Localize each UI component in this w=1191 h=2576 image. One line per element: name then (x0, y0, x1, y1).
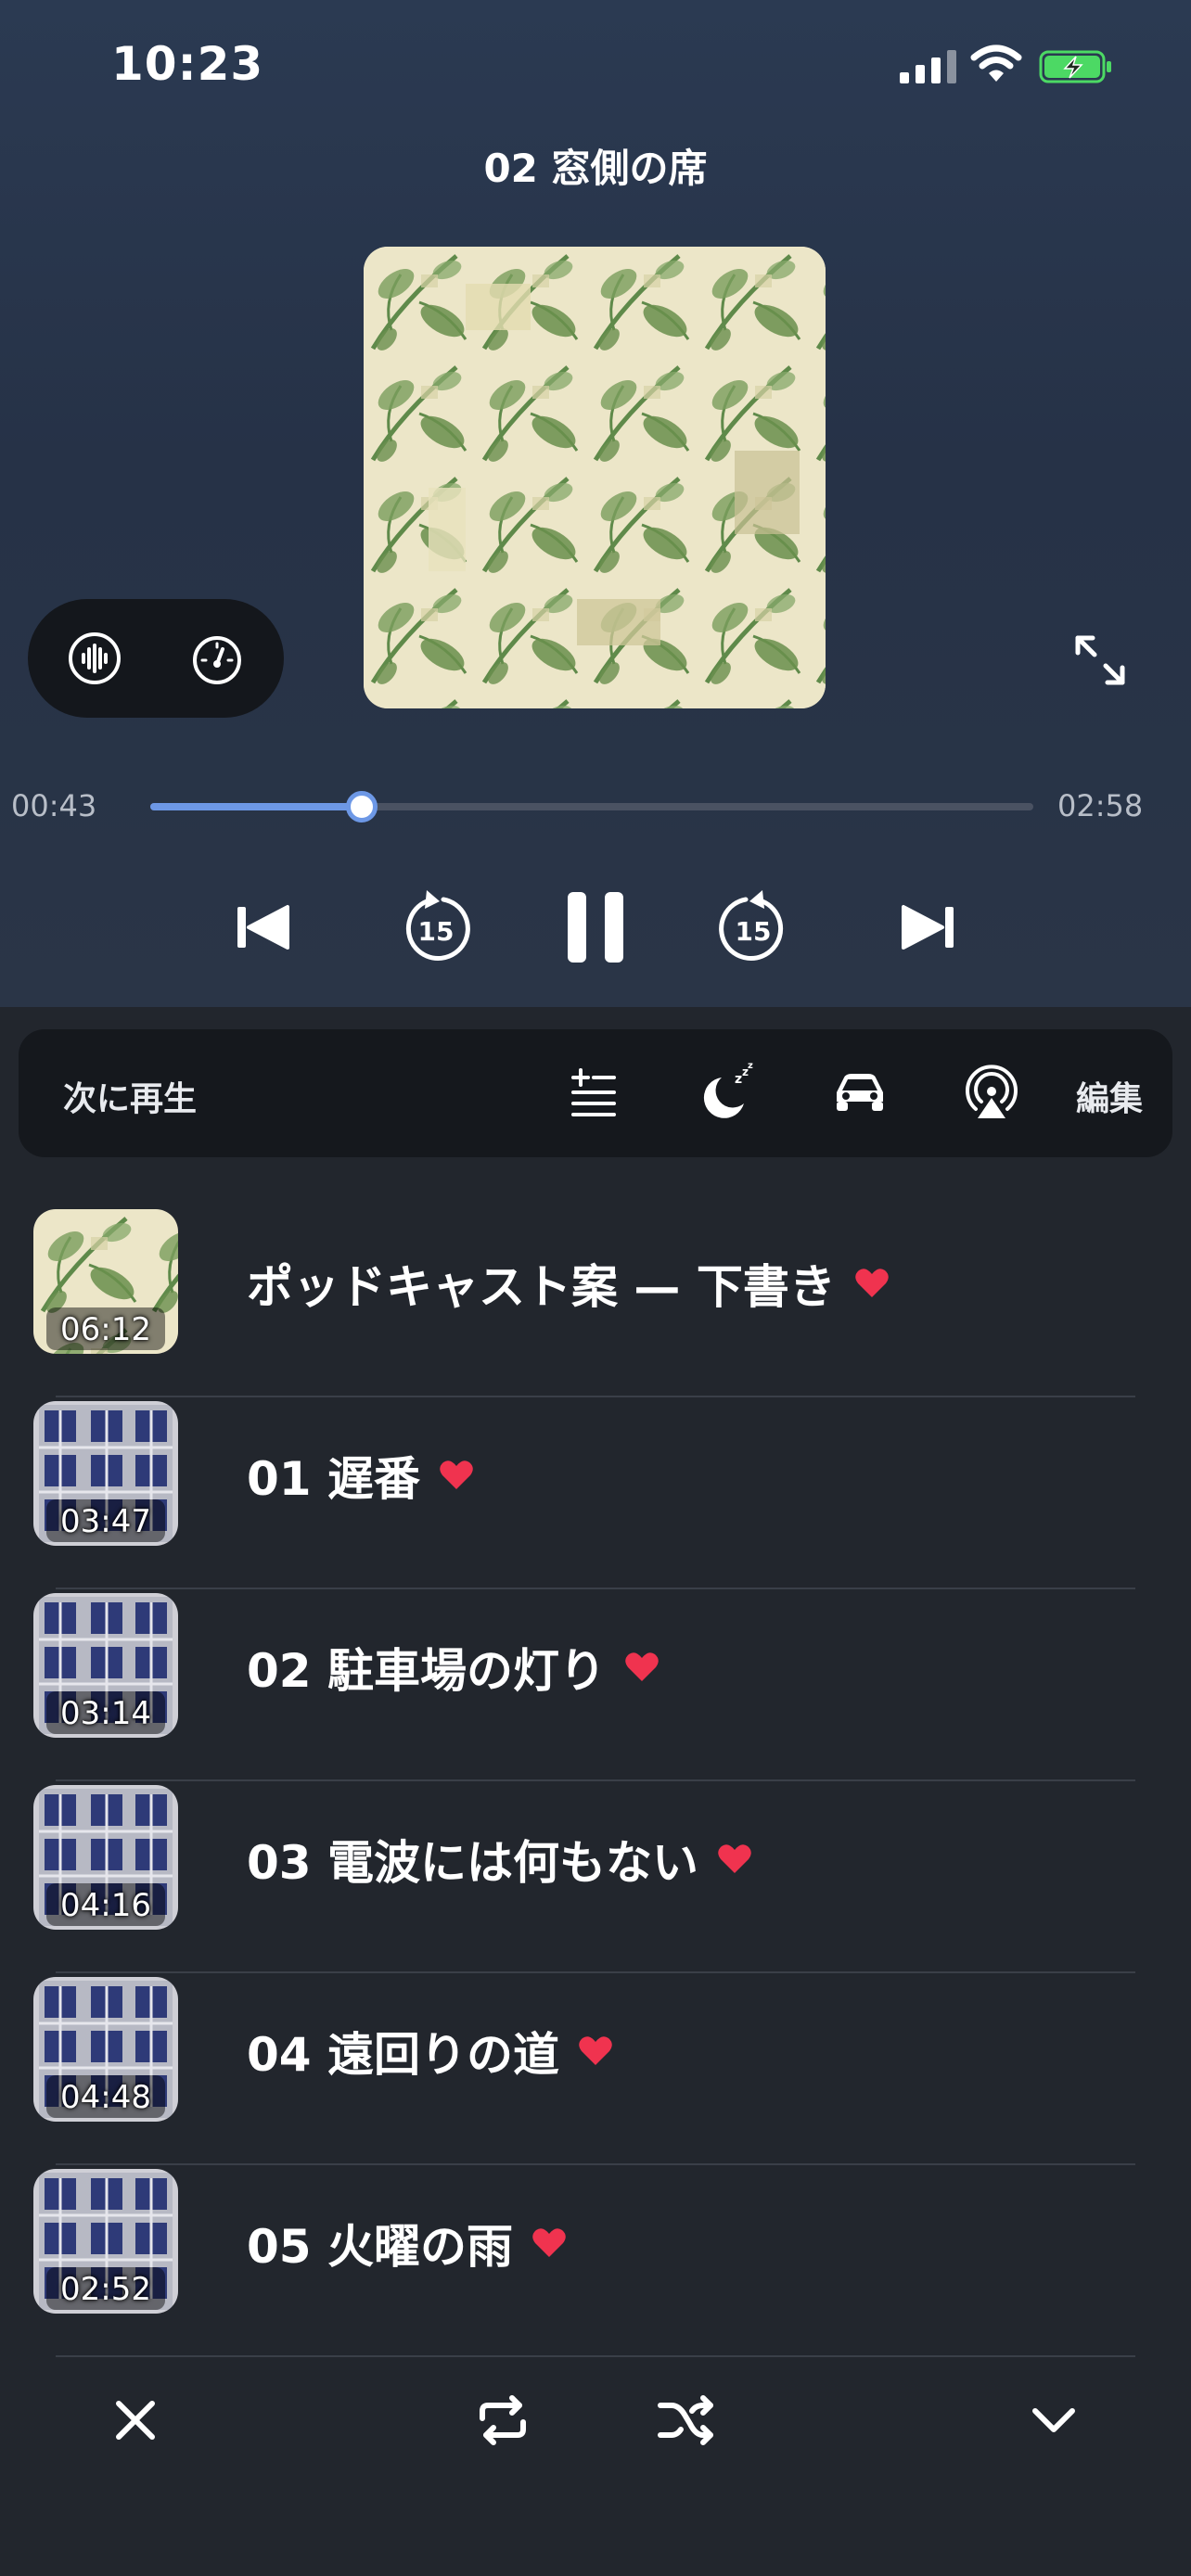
queue-item[interactable]: 06:12 ポッドキャスト案 — 下書き (0, 1205, 1191, 1397)
favorite-heart-icon[interactable] (439, 1460, 474, 1491)
car-mode-icon[interactable] (827, 1061, 892, 1126)
airplay-icon[interactable] (959, 1061, 1024, 1126)
track-thumbnail: 03:14 (33, 1593, 178, 1738)
edit-queue-button[interactable]: 編集 (1076, 1072, 1143, 1120)
skip-back-icon[interactable] (215, 881, 308, 974)
rewind-15-icon[interactable]: 15 (390, 881, 482, 974)
track-duration: 03:14 (60, 1695, 151, 1732)
track-title: 03 電波には何もない (247, 1836, 698, 1890)
wifi-icon (970, 45, 1022, 82)
queue-item[interactable]: 03:47 01 遅番 (0, 1397, 1191, 1589)
signal-icon (900, 50, 956, 83)
forward-15-icon[interactable]: 15 (707, 881, 800, 974)
track-title: ポッドキャスト案 — 下書き (247, 1260, 836, 1314)
queue-item[interactable]: 04:48 04 遠回りの道 (0, 1973, 1191, 2165)
track-title-row: ポッドキャスト案 — 下書き (247, 1250, 890, 1317)
skip-forward-icon[interactable] (883, 881, 976, 974)
total-duration: 02:58 (1057, 788, 1144, 823)
track-title-row: 05 火曜の雨 (247, 2210, 567, 2276)
track-duration: 04:16 (60, 1887, 151, 1924)
pause-icon[interactable] (549, 881, 642, 974)
expand-icon[interactable] (1070, 631, 1130, 690)
bottom-toolbar (0, 2374, 1191, 2467)
track-thumbnail: 06:12 (33, 1209, 178, 1354)
track-title-row: 02 駐車場の灯り (247, 1634, 660, 1701)
album-artwork[interactable] (364, 247, 826, 708)
queue-item[interactable]: 03:14 02 駐車場の灯り (0, 1589, 1191, 1781)
row-divider (56, 2355, 1135, 2357)
track-thumbnail: 03:47 (33, 1401, 178, 1546)
track-title: 04 遠回りの道 (247, 2028, 559, 2082)
elapsed-time: 00:43 (11, 788, 97, 823)
track-duration: 04:48 (60, 2079, 151, 2116)
battery-charging-icon (1039, 50, 1111, 83)
up-next-bar: 次に再生 z z z 編集 (19, 1029, 1172, 1157)
track-duration: 03:47 (60, 1503, 151, 1540)
now-playing-title: 02 窓側の席 (483, 146, 708, 191)
status-time: 10:23 (111, 37, 264, 91)
progress-bar[interactable] (150, 791, 1033, 823)
playback-speed-icon[interactable] (187, 629, 247, 688)
svg-text:z: z (748, 1061, 753, 1071)
favorite-heart-icon[interactable] (624, 1651, 660, 1683)
add-to-queue-icon[interactable] (560, 1061, 625, 1126)
track-title-row: 01 遅番 (247, 1442, 474, 1509)
sleep-timer-icon[interactable]: z z z (694, 1061, 759, 1126)
svg-text:z: z (735, 1072, 742, 1087)
track-duration: 06:12 (60, 1311, 151, 1348)
favorite-heart-icon[interactable] (717, 1843, 752, 1875)
audio-waveform-icon[interactable] (65, 629, 124, 688)
favorite-heart-icon[interactable] (578, 2035, 613, 2067)
track-thumbnail: 04:48 (33, 1977, 178, 2122)
track-thumbnail: 02:52 (33, 2169, 178, 2314)
repeat-icon[interactable] (466, 2383, 540, 2457)
favorite-heart-icon[interactable] (531, 2227, 567, 2259)
up-next-label: 次に再生 (63, 1080, 198, 1118)
rewind-seconds: 15 (418, 916, 455, 947)
chevron-down-icon[interactable] (1017, 2383, 1091, 2457)
track-title: 01 遅番 (247, 1452, 420, 1506)
progress-fill (150, 803, 363, 810)
queue-list: 06:12 ポッドキャスト案 — 下書き 03:47 01 遅番 03:14 02 駐車場… (0, 1205, 1191, 2357)
track-title-row: 03 電波には何もない (247, 1826, 752, 1893)
audio-options-pill (28, 599, 284, 718)
status-bar: 10:23 (0, 0, 1191, 139)
track-title: 02 駐車場の灯り (247, 1644, 606, 1698)
queue-item[interactable]: 04:16 03 電波には何もない (0, 1781, 1191, 1973)
track-thumbnail: 04:16 (33, 1785, 178, 1930)
queue-item[interactable]: 02:52 05 火曜の雨 (0, 2165, 1191, 2357)
track-duration: 02:52 (60, 2271, 151, 2308)
close-icon[interactable] (98, 2383, 173, 2457)
track-title: 05 火曜の雨 (247, 2220, 513, 2274)
favorite-heart-icon[interactable] (854, 1268, 890, 1299)
forward-seconds: 15 (736, 916, 772, 947)
track-title-row: 04 遠回りの道 (247, 2018, 613, 2085)
shuffle-icon[interactable] (649, 2383, 724, 2457)
